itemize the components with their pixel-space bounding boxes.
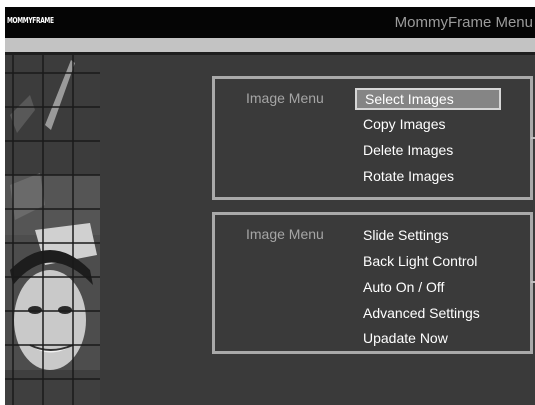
menu-item-rotate-images[interactable]: Rotate Images bbox=[363, 165, 454, 187]
title-bar: MOMMYFRAME MommyFrame Menu bbox=[5, 7, 535, 38]
mommyframe-screen: MOMMYFRAME MommyFrame Menu Image Menu Se… bbox=[5, 7, 535, 405]
image-menu-panel: Image Menu Select Images Copy Images Del… bbox=[212, 76, 533, 200]
menu-item-slide-settings[interactable]: Slide Settings bbox=[363, 224, 449, 246]
scroll-tick bbox=[531, 281, 535, 283]
image-menu-label: Image Menu bbox=[246, 90, 324, 106]
menu-item-update-now[interactable]: Upadate Now bbox=[363, 327, 448, 349]
app-title: MommyFrame Menu bbox=[394, 14, 533, 31]
menu-item-delete-images[interactable]: Delete Images bbox=[363, 139, 453, 161]
menu-item-select-images[interactable]: Select Images bbox=[355, 88, 501, 110]
menu-item-auto-on-off[interactable]: Auto On / Off bbox=[363, 276, 444, 298]
settings-menu-label: Image Menu bbox=[246, 226, 324, 242]
header-band bbox=[5, 38, 535, 52]
menu-item-back-light-control[interactable]: Back Light Control bbox=[363, 250, 477, 272]
app-logo: MOMMYFRAME bbox=[7, 16, 54, 25]
grid-photo-image bbox=[5, 55, 100, 405]
settings-menu-panel: Image Menu Slide Settings Back Light Con… bbox=[212, 212, 533, 354]
menu-item-copy-images[interactable]: Copy Images bbox=[363, 113, 445, 135]
menu-item-advanced-settings[interactable]: Advanced Settings bbox=[363, 302, 480, 324]
scroll-tick bbox=[531, 137, 535, 139]
